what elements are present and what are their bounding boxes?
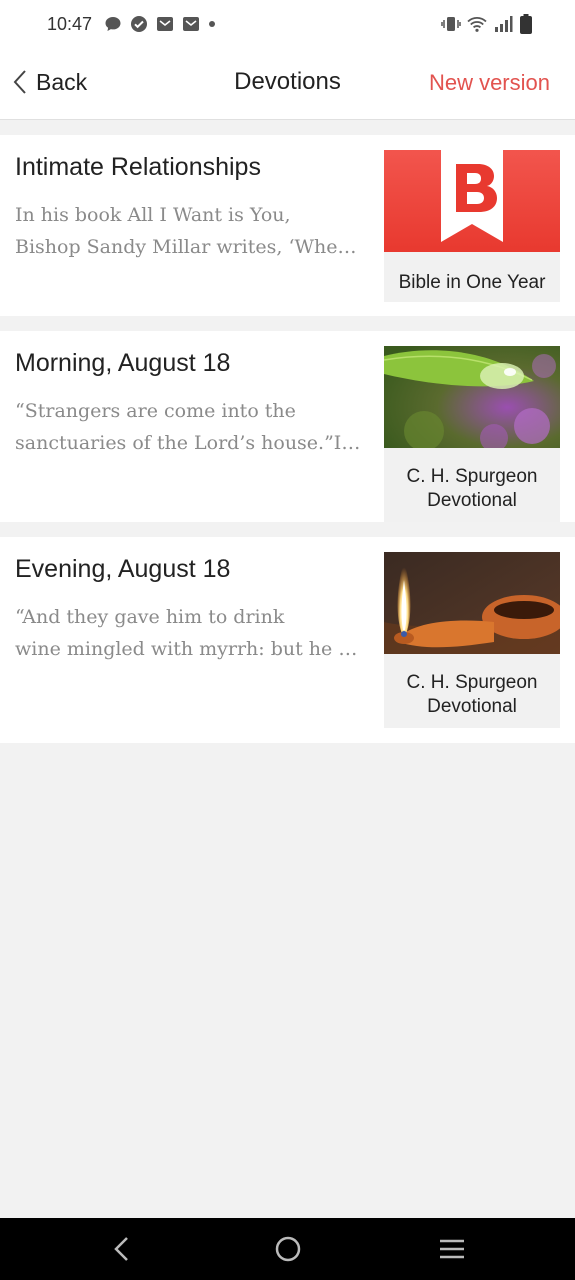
- back-nav-icon[interactable]: [110, 1235, 134, 1268]
- devotion-card[interactable]: Intimate Relationships In his book All I…: [0, 135, 575, 316]
- devotion-card[interactable]: Morning, August 18 “Strangers are come i…: [0, 331, 575, 522]
- vibrate-icon: [441, 17, 461, 31]
- new-version-button[interactable]: New version: [429, 70, 550, 96]
- bible-in-one-year-logo: [384, 150, 560, 252]
- signal-icon: [495, 16, 513, 32]
- status-right: [441, 14, 533, 34]
- wifi-icon: [467, 17, 487, 32]
- back-label: Back: [36, 68, 88, 95]
- back-button[interactable]: Back: [12, 68, 87, 96]
- home-nav-icon[interactable]: [274, 1235, 302, 1268]
- source-line: Devotional: [427, 490, 517, 511]
- source-line: Devotional: [427, 696, 517, 717]
- devotion-source: Bible in One Year: [384, 252, 560, 302]
- excerpt-line: sanctuaries of the Lord’s house.”It has: [15, 432, 365, 454]
- excerpt-line: Bishop Sandy Millar writes, ‘When he: [15, 236, 365, 258]
- devotion-title: Morning, August 18: [15, 349, 231, 377]
- check-circle-icon: [131, 16, 148, 32]
- app-header: Back Devotions New version: [0, 48, 575, 120]
- dot-icon: [209, 21, 216, 27]
- excerpt-line: In his book All I Want is You,: [15, 204, 291, 226]
- status-left: 10:47: [47, 14, 216, 35]
- devotion-thumbnail: Bible in One Year: [384, 150, 560, 302]
- source-line: C. H. Spurgeon: [406, 466, 538, 487]
- oil-lamp-photo: [384, 552, 560, 654]
- devotion-thumbnail: C. H. Spurgeon Devotional: [384, 346, 560, 522]
- devotion-excerpt: In his book All I Want is You, Bishop Sa…: [15, 199, 365, 263]
- devotion-excerpt: “And they gave him to drink wine mingled…: [15, 601, 365, 665]
- excerpt-line: wine mingled with myrrh: but he received: [15, 638, 365, 660]
- water-drop-leaf-photo: [384, 346, 560, 448]
- devotion-excerpt: “Strangers are come into the sanctuaries…: [15, 395, 365, 459]
- chevron-left-icon: [13, 70, 26, 94]
- status-bar: 10:47: [0, 0, 575, 48]
- bookmark-b-icon: [441, 150, 503, 242]
- devotion-source: C. H. Spurgeon Devotional: [384, 654, 560, 728]
- devotion-list: Intimate Relationships In his book All I…: [0, 135, 575, 758]
- devotion-title: Intimate Relationships: [15, 153, 261, 181]
- excerpt-line: “And they gave him to drink: [15, 606, 285, 628]
- battery-icon: [520, 14, 532, 34]
- system-nav-bar: [0, 1218, 575, 1280]
- mail-icon: [157, 17, 174, 31]
- status-time: 10:47: [47, 13, 93, 34]
- devotion-title: Evening, August 18: [15, 555, 231, 583]
- recents-nav-icon[interactable]: [438, 1235, 466, 1268]
- excerpt-line: “Strangers are come into the: [15, 400, 296, 422]
- mail-icon: [183, 17, 200, 31]
- source-line: C. H. Spurgeon: [406, 672, 538, 693]
- devotion-thumbnail: C. H. Spurgeon Devotional: [384, 552, 560, 728]
- devotion-source: C. H. Spurgeon Devotional: [384, 448, 560, 522]
- devotion-card[interactable]: Evening, August 18 “And they gave him to…: [0, 537, 575, 743]
- chat-icon: [105, 17, 121, 31]
